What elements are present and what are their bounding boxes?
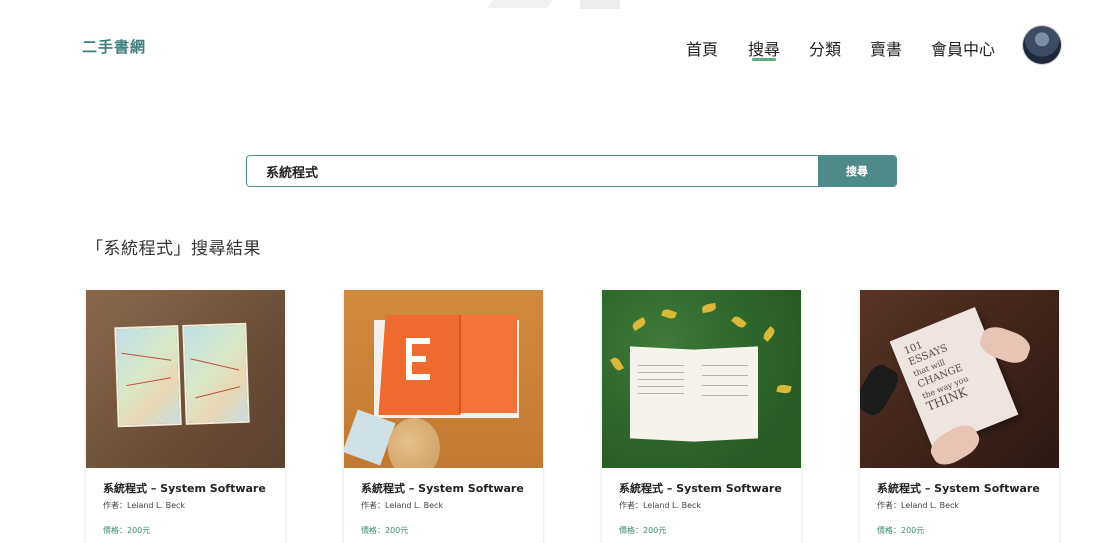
- book-image-101-essays[interactable]: 101 ESSAYS that will CHANGE the way you …: [860, 290, 1059, 468]
- nav-category[interactable]: 分類: [809, 36, 841, 60]
- nav-sell[interactable]: 賣書: [870, 36, 902, 60]
- search-button[interactable]: 搜尋: [818, 156, 896, 186]
- nav-search[interactable]: 搜尋: [748, 36, 780, 61]
- user-avatar[interactable]: [1023, 26, 1061, 64]
- book-image-open-book-grass[interactable]: [602, 290, 801, 468]
- nav-member-center[interactable]: 會員中心: [931, 36, 995, 60]
- book-author: 作者：Leland L. Beck: [103, 501, 186, 510]
- book-price: 價格：200元: [361, 526, 409, 535]
- book-author: 作者：Leland L. Beck: [619, 501, 702, 510]
- book-price: 價格：200元: [103, 526, 151, 535]
- book-image-map-atlas[interactable]: [86, 290, 285, 468]
- book-card[interactable]: 101 ESSAYS that will CHANGE the way you …: [860, 290, 1059, 543]
- book-author: 作者：Leland L. Beck: [361, 501, 444, 510]
- top-decoration: [487, 0, 630, 10]
- book-card[interactable]: 系統程式 – System Software 作者：Leland L. Beck…: [86, 290, 285, 543]
- book-price: 價格：200元: [877, 526, 925, 535]
- results-title: 「系統程式」搜尋結果: [86, 239, 261, 259]
- book-image-orange-book[interactable]: [344, 290, 543, 468]
- search-bar: 搜尋: [246, 155, 897, 187]
- search-input[interactable]: [247, 156, 818, 186]
- book-title[interactable]: 系統程式 – System Software: [619, 480, 801, 496]
- book-author: 作者：Leland L. Beck: [877, 501, 960, 510]
- book-price: 價格：200元: [619, 526, 667, 535]
- nav-home[interactable]: 首頁: [686, 36, 718, 60]
- book-title[interactable]: 系統程式 – System Software: [361, 480, 543, 496]
- book-card[interactable]: 系統程式 – System Software 作者：Leland L. Beck…: [602, 290, 801, 543]
- book-title[interactable]: 系統程式 – System Software: [877, 480, 1059, 496]
- page: 二手書網 首頁 搜尋 分類 賣書 會員中心 搜尋 「系統程式」搜尋結果 系統程式…: [0, 0, 1105, 543]
- site-logo[interactable]: 二手書網: [82, 36, 146, 57]
- book-card[interactable]: 系統程式 – System Software 作者：Leland L. Beck…: [344, 290, 543, 543]
- book-title[interactable]: 系統程式 – System Software: [103, 480, 285, 496]
